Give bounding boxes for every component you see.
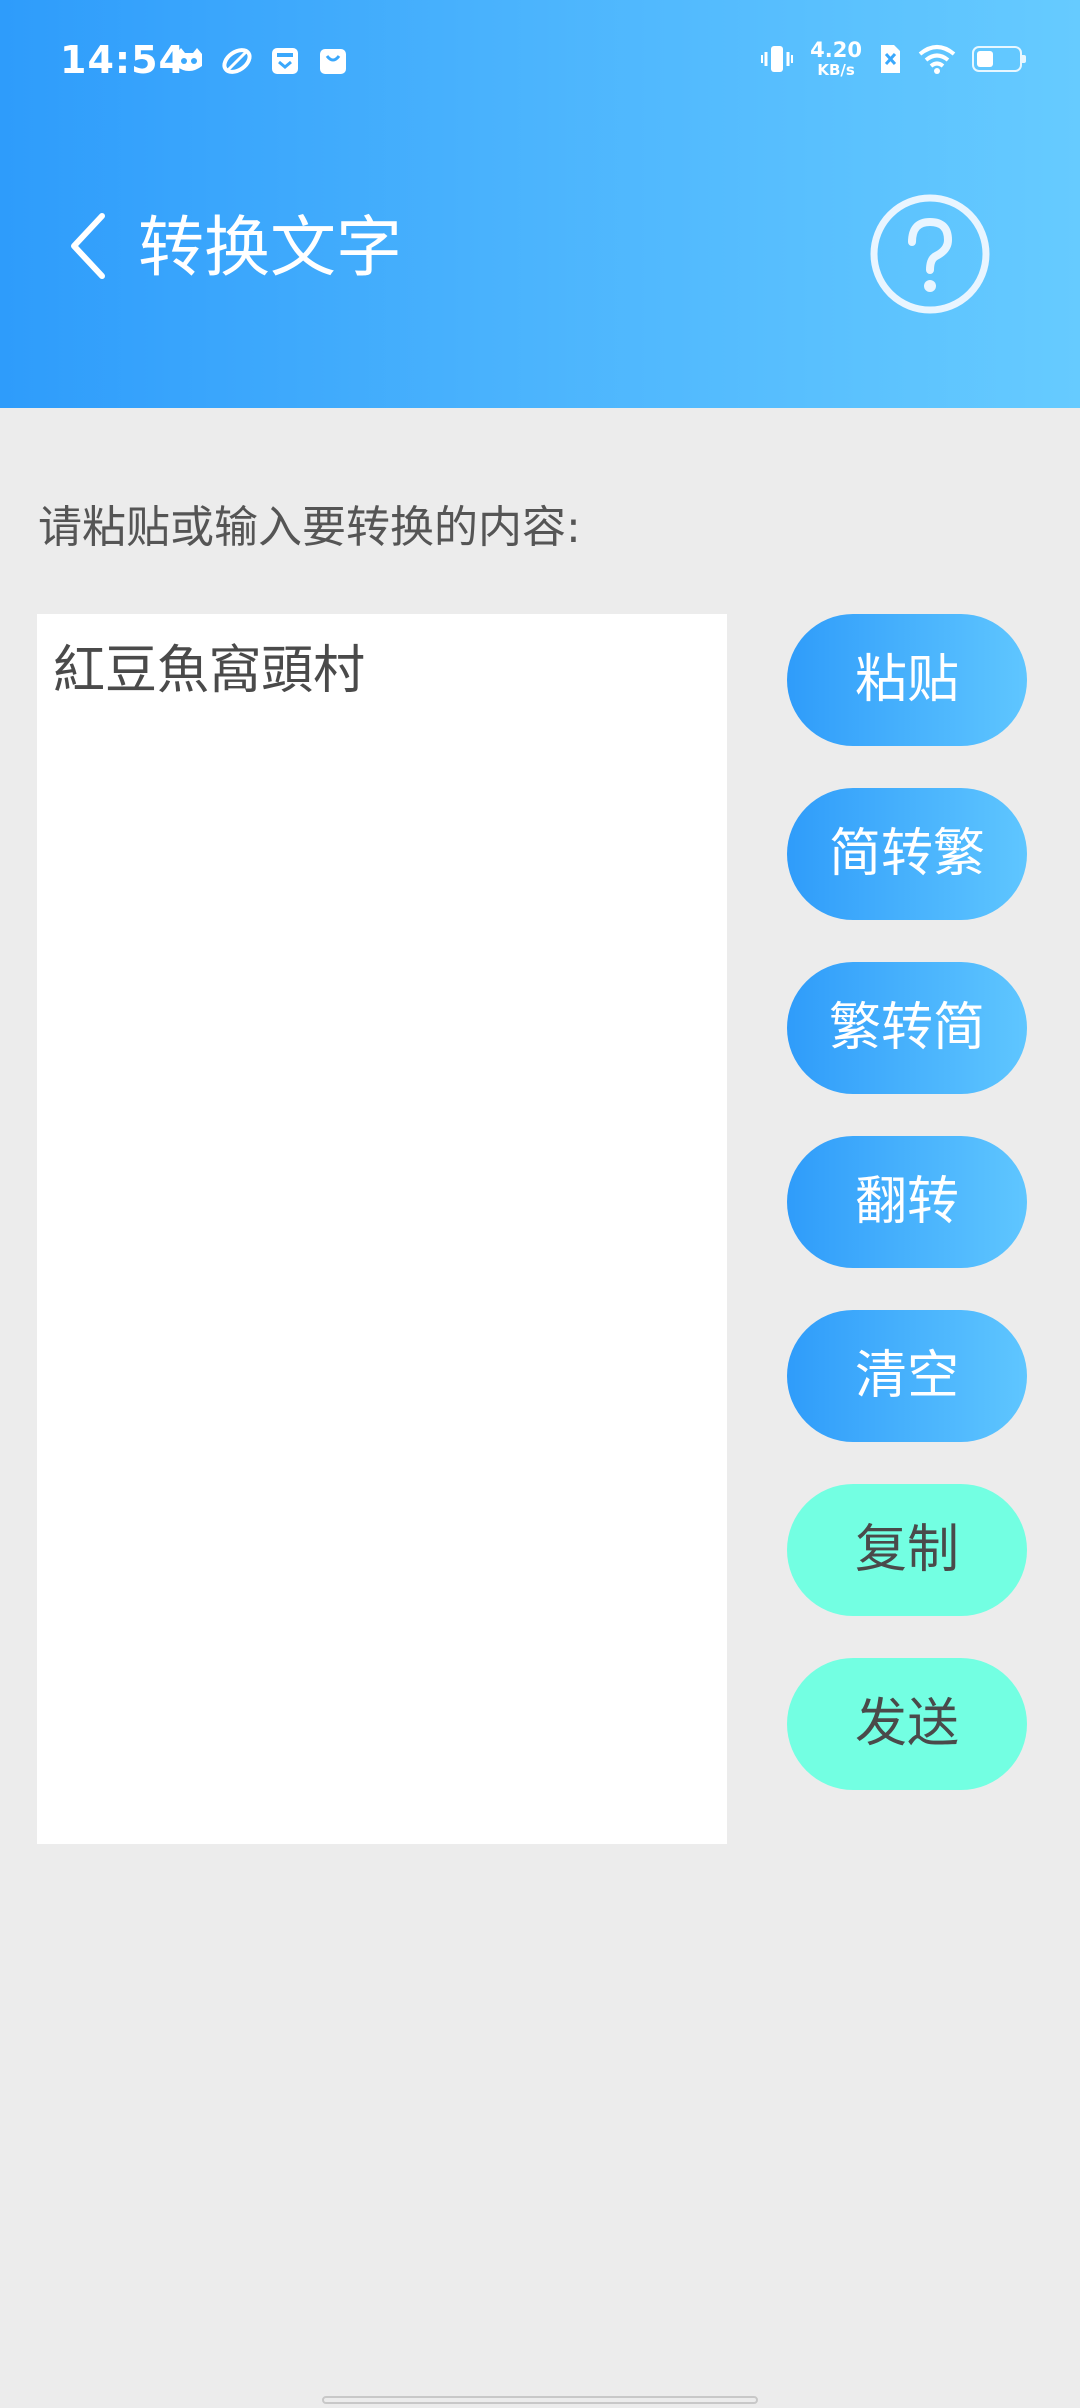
clear-button[interactable]: 清空 [787, 1310, 1027, 1442]
traditional-to-simplified-button[interactable]: 繁转简 [787, 962, 1027, 1094]
battery-icon [972, 46, 1026, 72]
chevron-left-icon [71, 213, 105, 279]
notification-icons [172, 44, 350, 78]
paste-button[interactable]: 粘贴 [787, 614, 1027, 746]
cat-icon [176, 48, 202, 71]
network-speed-unit: KB/s [817, 61, 855, 79]
sim-x-icon [881, 45, 900, 73]
wifi-icon [918, 45, 956, 74]
system-icons: 4.20 KB/s [760, 40, 1026, 78]
content-input[interactable] [37, 614, 727, 1844]
input-prompt: 请粘贴或输入要转换的内容: [38, 502, 581, 553]
back-button[interactable] [66, 210, 110, 282]
send-button[interactable]: 发送 [787, 1658, 1027, 1790]
network-speed-value: 4.20 [810, 38, 862, 62]
flip-button[interactable]: 翻转 [787, 1136, 1027, 1268]
leaf-icon [222, 48, 252, 74]
network-speed: 4.20 KB/s [810, 40, 862, 78]
home-indicator[interactable] [322, 2396, 758, 2404]
vibrate-icon [761, 46, 794, 72]
page-title: 转换文字 [138, 209, 402, 286]
inbox-icon [272, 48, 298, 74]
app-header: 14:54 4.20 KB/s 转换文字 [0, 0, 1080, 408]
copy-button[interactable]: 复制 [787, 1484, 1027, 1616]
shopping-bag-icon [320, 49, 346, 74]
status-bar: 14:54 4.20 KB/s [0, 0, 1080, 128]
question-circle-icon[interactable] [868, 192, 992, 316]
simplified-to-traditional-button[interactable]: 简转繁 [787, 788, 1027, 920]
status-time: 14:54 [60, 38, 186, 82]
